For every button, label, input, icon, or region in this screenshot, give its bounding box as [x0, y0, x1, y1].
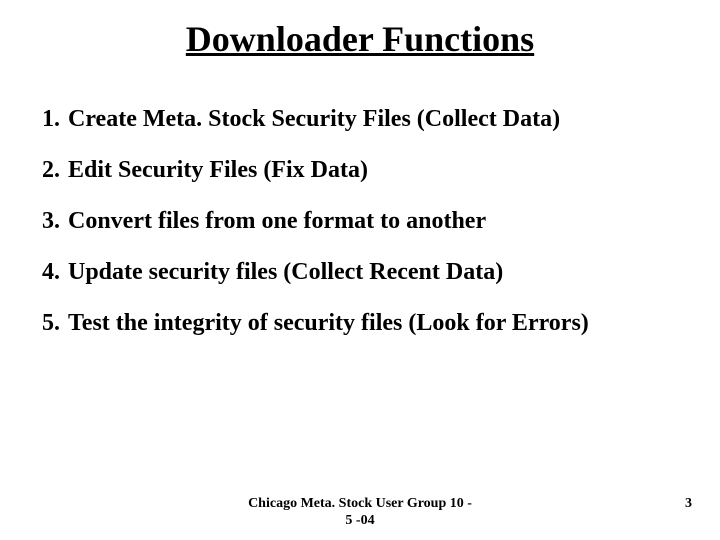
list-number: 1. — [32, 106, 60, 133]
slide-title: Downloader Functions — [28, 18, 692, 60]
footer-text-line2: 5 -04 — [128, 513, 592, 530]
list-item: 4. Update security files (Collect Recent… — [32, 259, 692, 286]
slide: Downloader Functions 1. Create Meta. Sto… — [0, 0, 720, 540]
footer-center: Chicago Meta. Stock User Group 10 - 5 -0… — [128, 496, 592, 530]
list-text: Update security files (Collect Recent Da… — [68, 259, 692, 286]
list-item: 2. Edit Security Files (Fix Data) — [32, 157, 692, 184]
list-number: 3. — [32, 208, 60, 235]
function-list: 1. Create Meta. Stock Security Files (Co… — [28, 106, 692, 337]
list-number: 4. — [32, 259, 60, 286]
list-item: 3. Convert files from one format to anot… — [32, 208, 692, 235]
footer-text-line1: Chicago Meta. Stock User Group 10 - — [128, 496, 592, 513]
list-item: 5. Test the integrity of security files … — [32, 310, 692, 337]
slide-footer: Chicago Meta. Stock User Group 10 - 5 -0… — [0, 496, 720, 530]
list-text: Create Meta. Stock Security Files (Colle… — [68, 106, 692, 133]
list-number: 5. — [32, 310, 60, 337]
list-item: 1. Create Meta. Stock Security Files (Co… — [32, 106, 692, 133]
list-number: 2. — [32, 157, 60, 184]
footer-page-number: 3 — [592, 496, 692, 512]
list-text: Edit Security Files (Fix Data) — [68, 157, 692, 184]
list-text: Convert files from one format to another — [68, 208, 692, 235]
list-text: Test the integrity of security files (Lo… — [68, 310, 692, 337]
